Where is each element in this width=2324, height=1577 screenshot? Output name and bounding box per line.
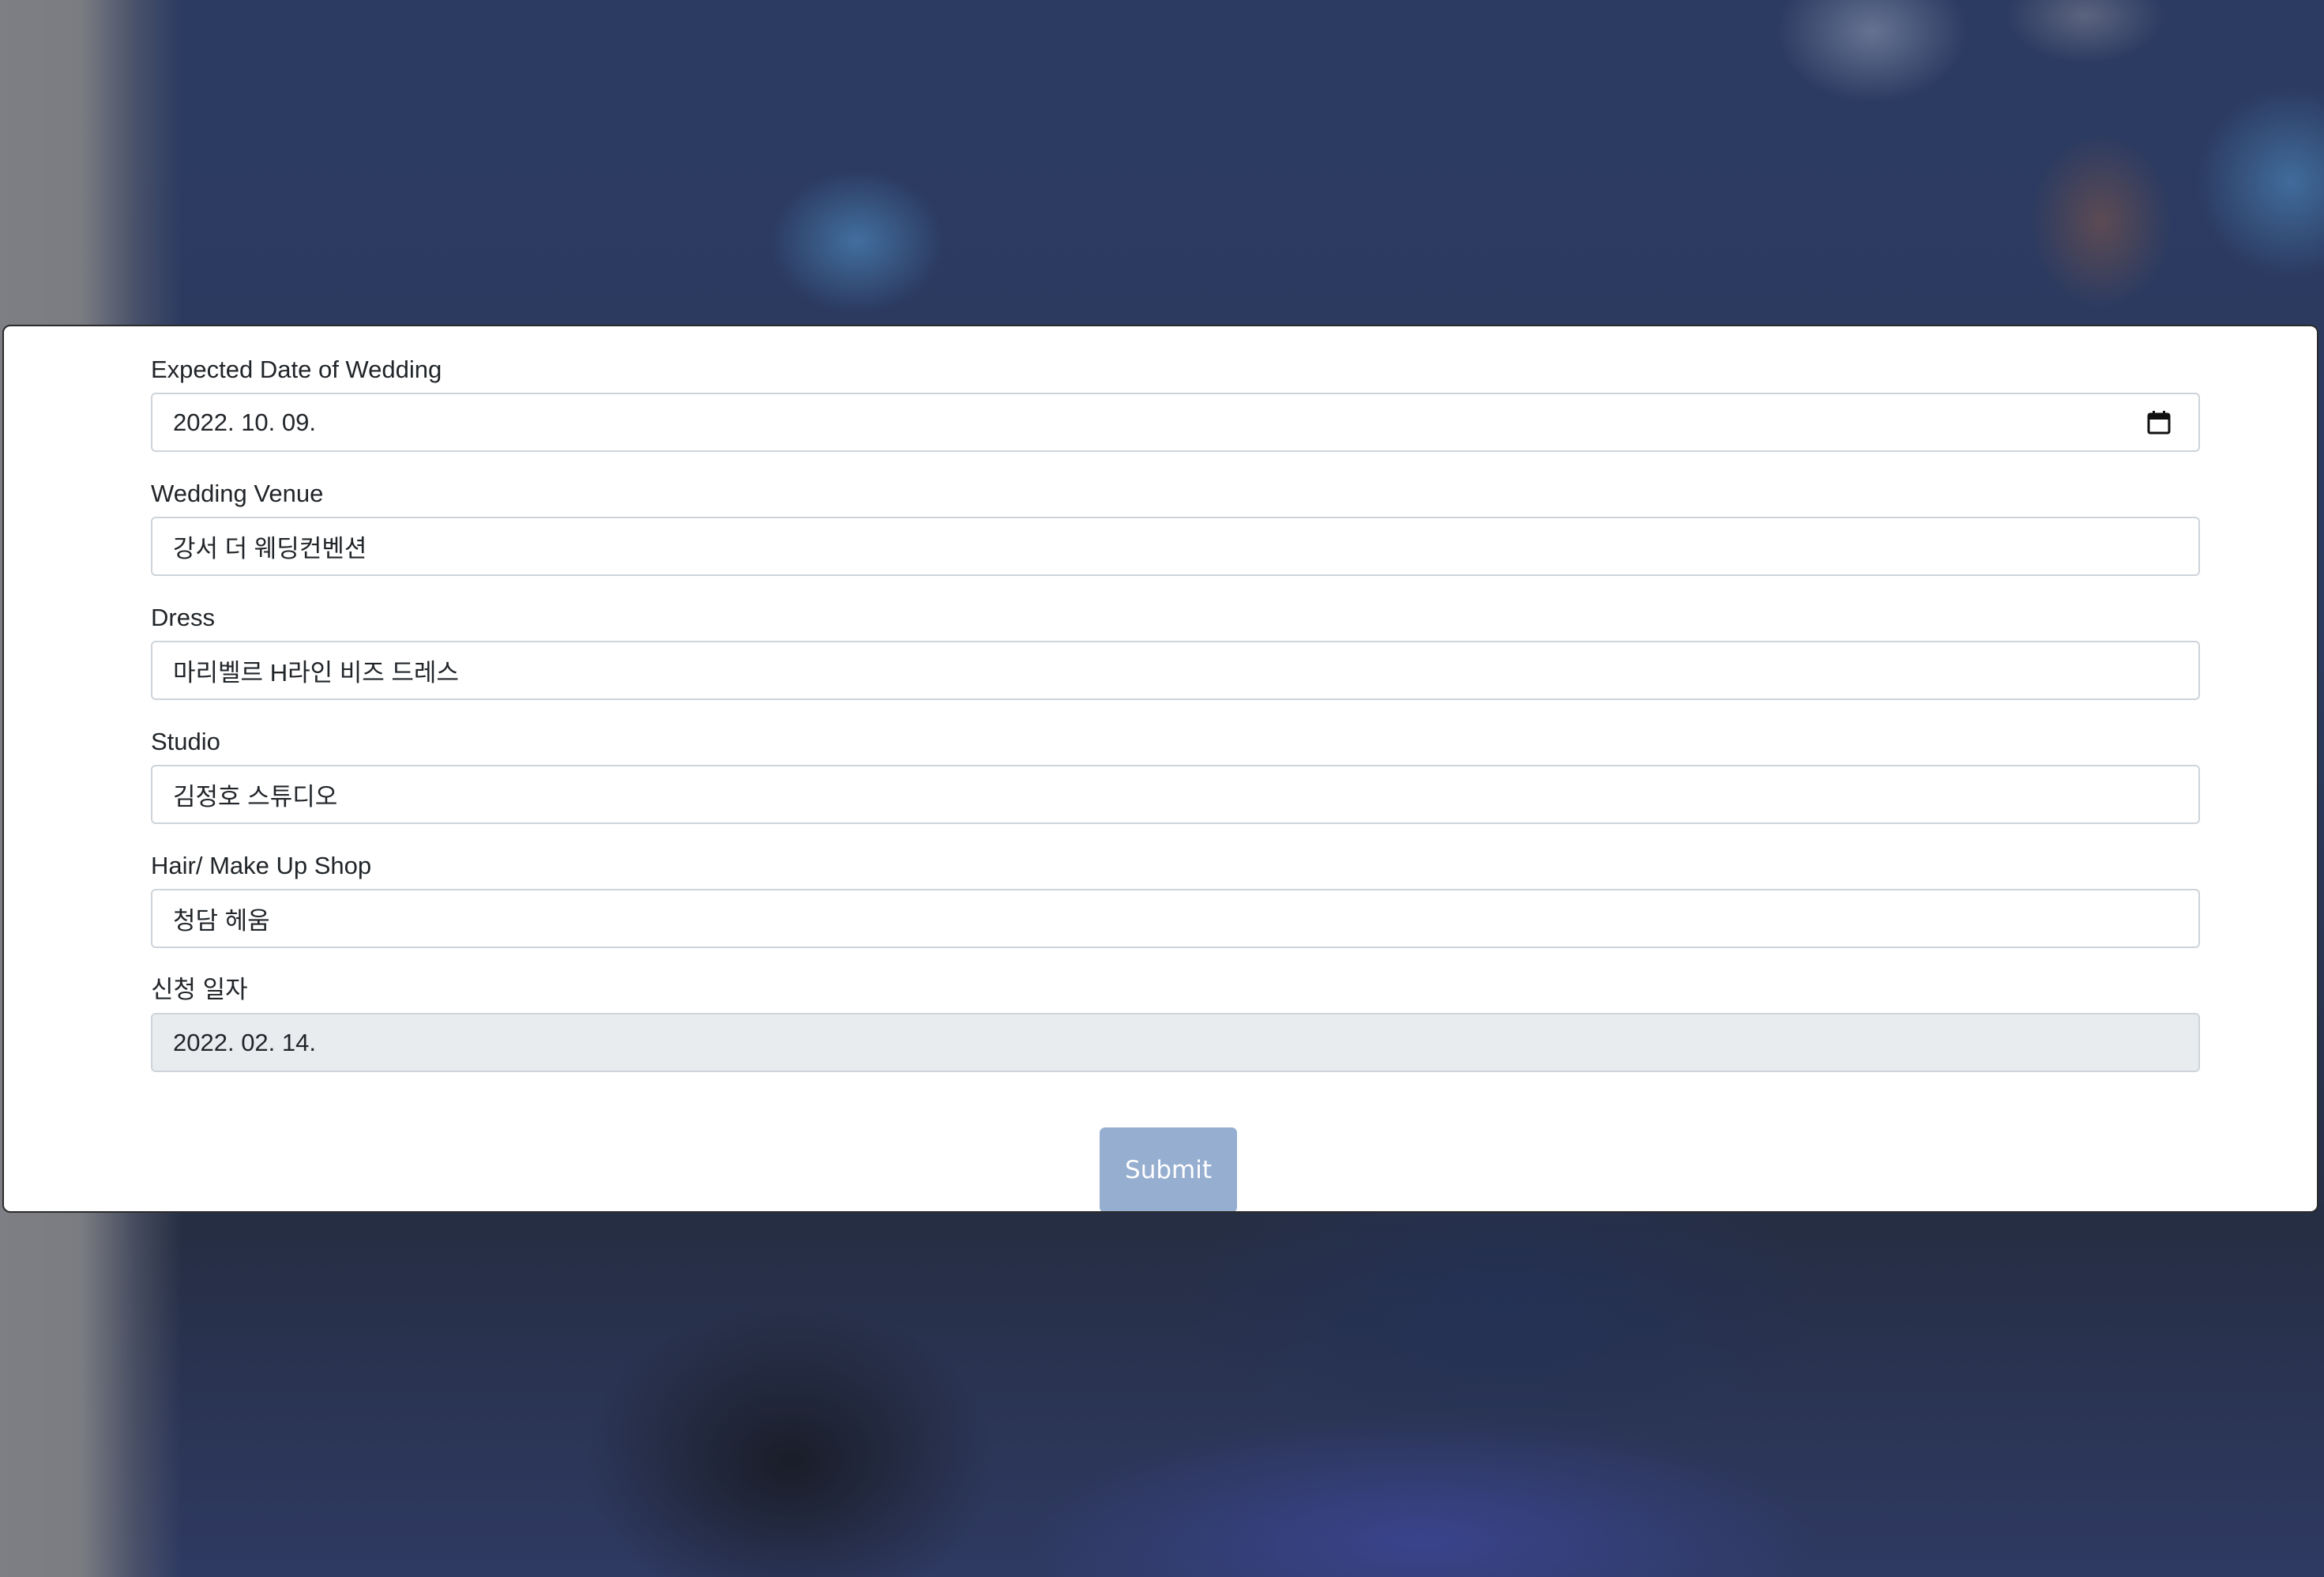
calendar-icon[interactable]: [2146, 410, 2172, 435]
expected-date-value: 2022. 10. 09.: [173, 408, 316, 436]
expected-date-label: Expected Date of Wedding: [151, 356, 442, 383]
application-date-input: 2022. 02. 14.: [151, 1013, 2200, 1072]
field-studio: Studio 김정호 스튜디오: [151, 727, 2202, 824]
hair-makeup-shop-value: 청담 헤움: [173, 907, 270, 935]
submit-row: Submit: [4, 1127, 2317, 1211]
field-application-date: 신청 일자 2022. 02. 14.: [151, 975, 2202, 1072]
wedding-venue-label: Wedding Venue: [151, 480, 324, 507]
field-dress: Dress 마리벨르 H라인 비즈 드레스: [151, 603, 2202, 700]
expected-date-input[interactable]: 2022. 10. 09.: [151, 393, 2200, 452]
wedding-info-form: Expected Date of Wedding 2022. 10. 09. W…: [151, 355, 2202, 1099]
field-hair-makeup-shop: Hair/ Make Up Shop 청담 헤움: [151, 851, 2202, 948]
field-expected-date: Expected Date of Wedding 2022. 10. 09.: [151, 355, 2202, 452]
dress-label: Dress: [151, 604, 215, 631]
studio-input[interactable]: 김정호 스튜디오: [151, 765, 2200, 824]
field-wedding-venue: Wedding Venue 강서 더 웨딩컨벤션: [151, 479, 2202, 576]
dress-value: 마리벨르 H라인 비즈 드레스: [173, 659, 459, 687]
hair-makeup-shop-label: Hair/ Make Up Shop: [151, 852, 372, 879]
application-date-value: 2022. 02. 14.: [173, 1028, 316, 1056]
wedding-info-modal: Expected Date of Wedding 2022. 10. 09. W…: [2, 325, 2318, 1213]
hair-makeup-shop-input[interactable]: 청담 헤움: [151, 889, 2200, 948]
studio-label: Studio: [151, 728, 220, 755]
wedding-venue-value: 강서 더 웨딩컨벤션: [173, 535, 367, 563]
application-date-label: 신청 일자: [151, 976, 248, 1003]
submit-button[interactable]: Submit: [1100, 1127, 1237, 1211]
dress-input[interactable]: 마리벨르 H라인 비즈 드레스: [151, 641, 2200, 700]
studio-value: 김정호 스튜디오: [173, 783, 338, 811]
wedding-venue-input[interactable]: 강서 더 웨딩컨벤션: [151, 517, 2200, 576]
